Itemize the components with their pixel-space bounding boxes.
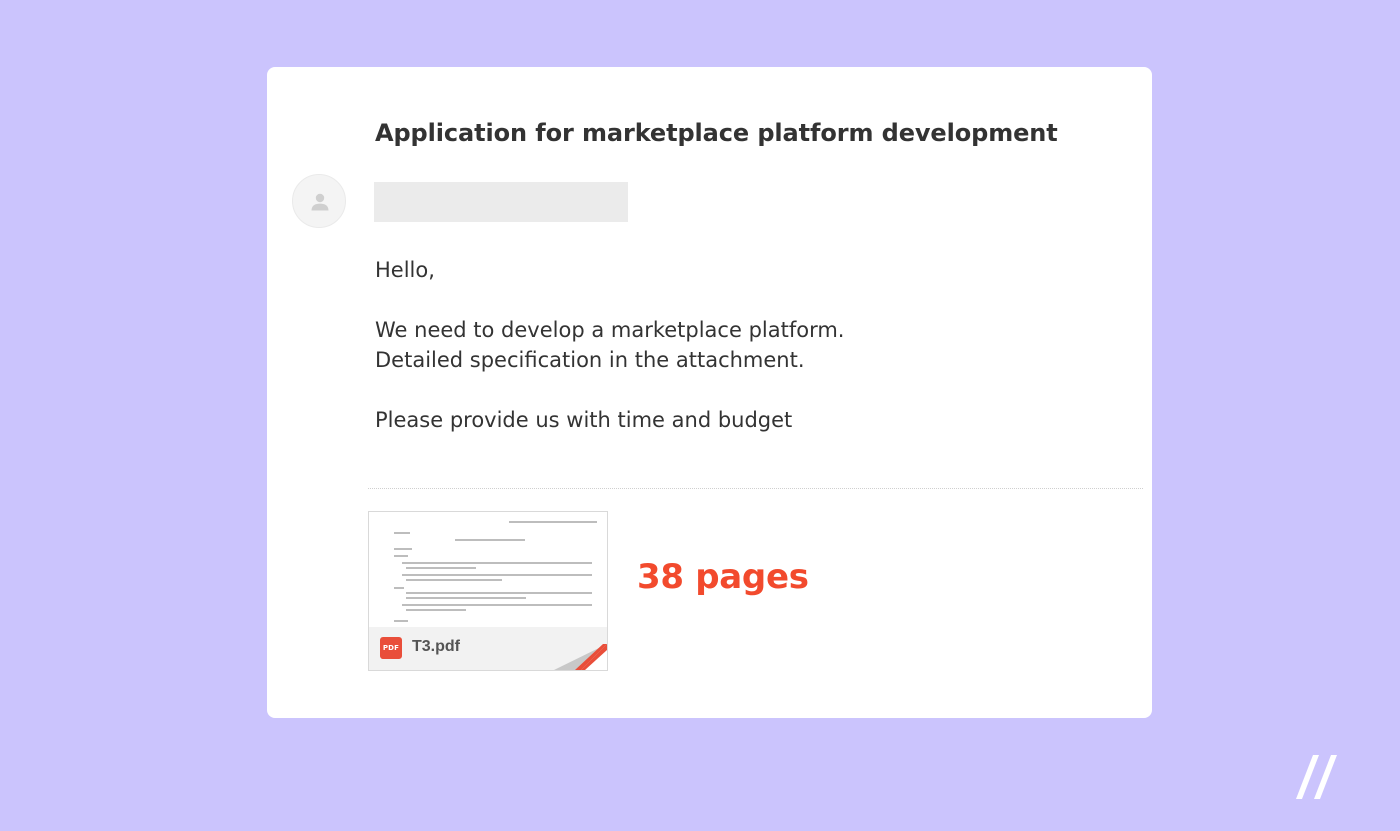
page-corner-fold: [553, 644, 607, 670]
email-body-line: We need to develop a marketplace platfor…: [375, 318, 845, 342]
document-thumbnail: [369, 512, 607, 626]
email-subject: Application for marketplace platform dev…: [375, 119, 1058, 147]
pdf-attachment[interactable]: PDF T3.pdf: [368, 511, 608, 671]
double-slash-logo-icon: [1294, 754, 1340, 800]
attachment-divider: [368, 488, 1143, 489]
attachment-file-name: T3.pdf: [412, 638, 460, 655]
email-body-line: Detailed specification in the attachment…: [375, 348, 805, 372]
person-icon: [311, 193, 329, 211]
pdf-file-icon: PDF: [380, 637, 402, 659]
page-count-label: 38 pages: [637, 557, 809, 597]
email-body-line: Please provide us with time and budget: [375, 408, 793, 432]
email-body: Hello, We need to develop a marketplace …: [375, 255, 1075, 435]
sender-avatar[interactable]: [292, 174, 346, 228]
email-greeting: Hello,: [375, 258, 435, 282]
sender-name-redacted: [374, 182, 628, 222]
email-card: Application for marketplace platform dev…: [267, 67, 1152, 718]
